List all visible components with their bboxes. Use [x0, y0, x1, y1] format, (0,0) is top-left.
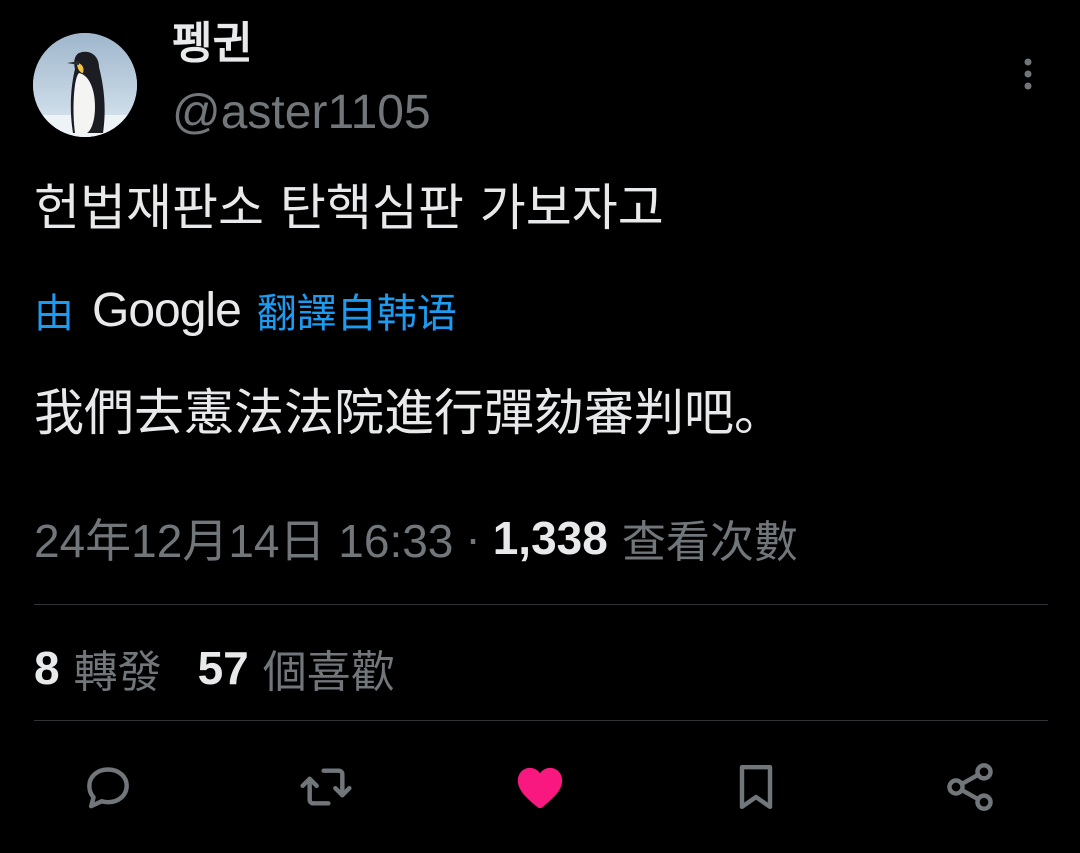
views-label: 查看次數 — [621, 517, 798, 568]
heart-icon — [517, 767, 563, 808]
bookmark-button[interactable] — [721, 752, 791, 822]
tweet-detail: 펭귄 @aster1105 헌법재판소 탄핵심판 가보자고 由 Google 翻… — [0, 0, 1080, 853]
bookmark-icon — [739, 764, 773, 810]
retweets-stat[interactable]: 8 轉發 — [34, 636, 162, 700]
translated-text: 我們去憲法法院進行彈劾審判吧。 — [34, 384, 784, 442]
reply-icon — [87, 767, 129, 809]
engagement-stats: 8 轉發 57 個喜歡 — [34, 636, 395, 700]
translation-by-label: 由 — [34, 291, 74, 337]
translated-from-link[interactable]: 翻譯自韩语 — [257, 281, 457, 339]
divider — [34, 604, 1048, 605]
tweet-actions-bar — [0, 752, 1080, 822]
likes-stat[interactable]: 57 個喜歡 — [198, 636, 395, 700]
reply-button[interactable] — [73, 752, 143, 822]
translation-attribution: 由 Google 翻譯自韩语 — [34, 280, 457, 340]
avatar[interactable] — [33, 33, 137, 137]
author-handle[interactable]: @aster1105 — [172, 84, 431, 142]
tweet-meta: 24年12月14日 16:33 · 1,338 查看次數 — [34, 508, 798, 568]
penguin-avatar-image — [33, 33, 137, 137]
more-vertical-icon[interactable] — [1010, 52, 1046, 96]
meta-separator: · — [465, 512, 481, 564]
like-button[interactable] — [505, 752, 575, 822]
author-display-name[interactable]: 펭귄 — [172, 14, 253, 74]
retweet-icon — [300, 768, 352, 806]
share-button[interactable] — [935, 752, 1005, 822]
share-icon — [947, 763, 993, 811]
likes-label: 個喜歡 — [262, 647, 395, 698]
likes-count: 57 — [197, 642, 249, 694]
timestamp[interactable]: 24年12月14日 16:33 — [34, 505, 453, 571]
retweet-button[interactable] — [291, 752, 361, 822]
google-logo: Google — [92, 283, 242, 337]
retweets-count: 8 — [34, 642, 60, 694]
tweet-text: 헌법재판소 탄핵심판 가보자고 — [34, 179, 664, 237]
divider — [34, 720, 1048, 721]
views-count: 1,338 — [492, 512, 608, 564]
retweets-label: 轉發 — [73, 647, 162, 698]
